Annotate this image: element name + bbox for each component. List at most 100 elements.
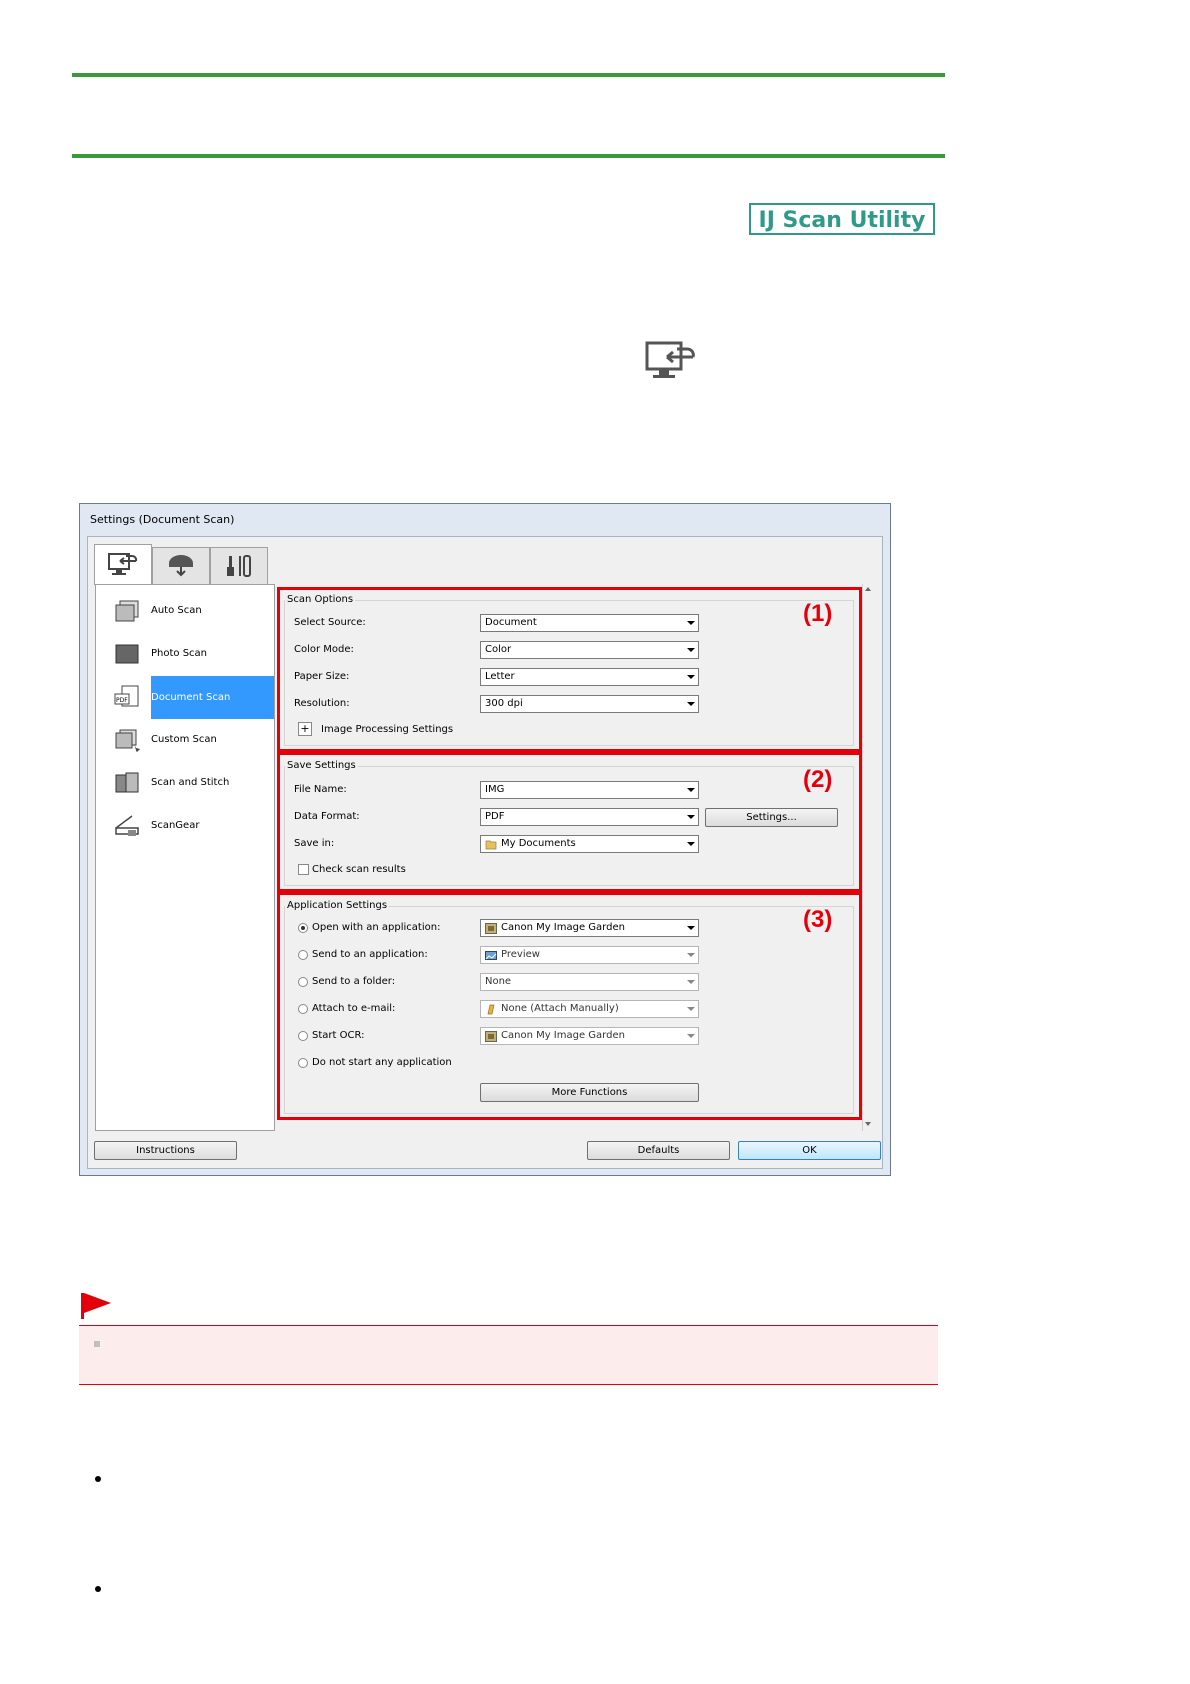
send-to-app-value: Preview [501,949,540,960]
save-in-combo[interactable]: My Documents [480,835,699,853]
scangear-icon [115,815,139,836]
start-ocr-value: Canon My Image Garden [501,1030,625,1041]
send-to-folder-combo[interactable]: None [480,973,699,991]
data-format-label: Data Format: [294,811,360,822]
select-source-combo[interactable]: Document [480,614,699,632]
settings-panel: Scan Options (1) Select Source: Document… [277,584,874,1131]
important-note-box [79,1325,938,1385]
open-with-app-label: Open with an application: [312,922,441,933]
important-flag-icon [81,1293,111,1319]
start-ocr-combo[interactable]: Canon My Image Garden [480,1027,699,1045]
ij-scan-utility-badge: IJ Scan Utility [749,203,935,235]
my-image-garden-icon [485,1031,497,1042]
data-format-value: PDF [485,811,505,822]
list-item-auto-scan[interactable]: Auto Scan [96,590,274,633]
header-rule-top [72,73,945,77]
marker-2: (2) [803,766,833,793]
list-item-label: Scan and Stitch [151,777,230,788]
do-not-start-radio[interactable] [298,1058,308,1068]
settings-dialog: Settings (Document Scan) Auto Scan Photo… [79,503,891,1176]
custom-scan-icon [115,729,140,752]
scroll-up-arrow-icon[interactable] [865,587,871,591]
resolution-value: 300 dpi [485,698,523,709]
image-processing-settings-label: Image Processing Settings [321,724,454,735]
list-item-scan-and-stitch[interactable]: Scan and Stitch [96,762,274,805]
save-in-label: Save in: [294,838,335,849]
do-not-start-label: Do not start any application [312,1057,452,1068]
save-settings-title: Save Settings [285,760,358,771]
file-name-combo[interactable]: IMG [480,781,699,799]
file-name-label: File Name: [294,784,347,795]
resolution-label: Resolution: [294,698,350,709]
attach-email-radio[interactable] [298,1004,308,1014]
list-item-document-scan[interactable]: PDF Document Scan [96,676,274,719]
tab-scan-from-panel[interactable] [152,547,210,584]
list-item-label: Custom Scan [151,734,217,745]
marker-1: (1) [803,600,833,627]
paper-size-label: Paper Size: [294,671,350,682]
send-to-folder-radio[interactable] [298,977,308,987]
general-settings-icon [227,555,251,577]
check-scan-results-checkbox[interactable] [298,864,309,875]
list-item-label: Auto Scan [151,605,202,616]
list-item-label: Photo Scan [151,648,208,659]
scan-from-computer-icon [645,341,695,378]
folder-icon [485,840,497,850]
header-rule-bottom [72,154,945,158]
attach-manually-icon [487,1004,495,1015]
ok-button[interactable]: OK [738,1141,881,1160]
send-to-folder-label: Send to a folder: [312,976,396,987]
tab-scan-from-computer[interactable] [94,544,152,585]
send-to-app-radio[interactable] [298,950,308,960]
settings-scrollbar[interactable] [862,584,874,1131]
open-with-app-radio[interactable] [298,923,308,933]
more-functions-button[interactable]: More Functions [480,1083,699,1102]
data-format-combo[interactable]: PDF [480,808,699,826]
list-item-label: Document Scan [151,676,274,719]
document-scan-icon: PDF [114,685,139,707]
defaults-button[interactable]: Defaults [587,1141,730,1160]
send-to-app-label: Send to an application: [312,949,428,960]
my-image-garden-icon [485,923,497,934]
instructions-button[interactable]: Instructions [94,1141,237,1160]
scan-options-title: Scan Options [285,594,356,605]
auto-scan-icon [115,600,139,622]
send-to-folder-value: None [485,976,512,987]
dialog-title: Settings (Document Scan) [90,513,235,526]
resolution-combo[interactable]: 300 dpi [480,695,699,713]
marker-3: (3) [803,906,833,933]
color-mode-value: Color [485,644,512,655]
list-item-scangear[interactable]: ScanGear [96,805,274,848]
save-in-value: My Documents [501,838,576,849]
list-item-label: ScanGear [151,820,200,831]
start-ocr-radio[interactable] [298,1031,308,1041]
open-with-app-value: Canon My Image Garden [501,922,625,933]
select-source-value: Document [485,617,537,628]
photo-scan-icon [115,644,139,664]
color-mode-label: Color Mode: [294,644,354,655]
select-source-label: Select Source: [294,617,366,628]
list-bullet [95,1476,101,1482]
paper-size-combo[interactable]: Letter [480,668,699,686]
scan-and-stitch-icon [115,772,139,793]
check-scan-results-label: Check scan results [312,864,406,875]
start-ocr-label: Start OCR: [312,1030,365,1041]
application-settings-title: Application Settings [285,900,390,911]
tab-general-settings[interactable] [210,547,268,584]
list-bullet [95,1586,101,1592]
dialog-body: Auto Scan Photo Scan PDF Document Scan C… [87,536,883,1169]
open-with-app-combo[interactable]: Canon My Image Garden [480,919,699,937]
paper-size-value: Letter [485,671,515,682]
color-mode-combo[interactable]: Color [480,641,699,659]
file-name-value: IMG [485,784,505,795]
settings-button[interactable]: Settings... [705,808,838,827]
list-item-custom-scan[interactable]: Custom Scan [96,719,274,762]
attach-email-combo[interactable]: None (Attach Manually) [480,1000,699,1018]
scroll-down-arrow-icon[interactable] [865,1122,871,1126]
attach-email-label: Attach to e-mail: [312,1003,396,1014]
expand-image-processing-button[interactable]: + [298,722,312,736]
preview-icon [485,951,497,960]
scan-type-list: Auto Scan Photo Scan PDF Document Scan C… [95,584,275,1131]
list-item-photo-scan[interactable]: Photo Scan [96,633,274,676]
send-to-app-combo[interactable]: Preview [480,946,699,964]
